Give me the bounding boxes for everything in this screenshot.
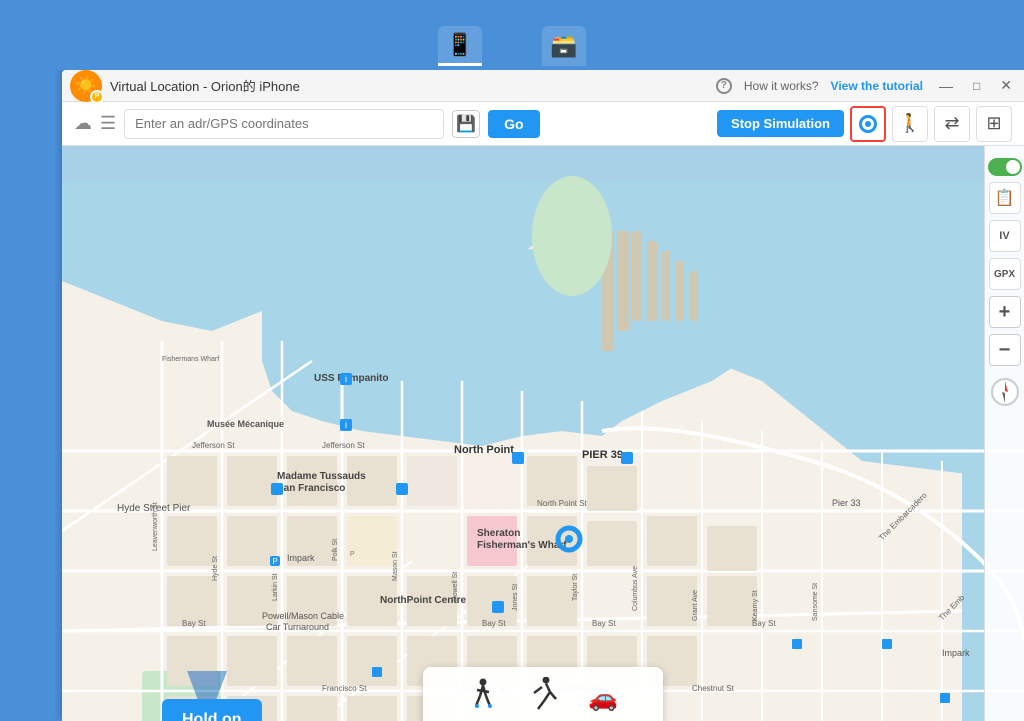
hold-on-button[interactable]: Hold on (162, 699, 262, 721)
svg-text:San Francisco: San Francisco (277, 483, 345, 494)
compass-btn[interactable] (989, 376, 1021, 408)
svg-text:Car Turnaround: Car Turnaround (266, 622, 329, 632)
toolbar: ☁ ☰ 💾 Go Stop Simulation 🚶 ⇄ ⊞ (62, 102, 1024, 146)
cloud-icon[interactable]: ☁ (74, 113, 92, 134)
run-speed-icon[interactable] (528, 677, 558, 720)
svg-text:Polk St: Polk St (332, 539, 339, 561)
svg-text:Hyde Street Pier: Hyde Street Pier (117, 503, 191, 514)
svg-text:Jefferson St: Jefferson St (192, 441, 235, 450)
svg-text:Jefferson St: Jefferson St (322, 441, 365, 450)
svg-text:Sheraton: Sheraton (477, 528, 520, 539)
copy-btn[interactable]: 📋 (989, 182, 1021, 214)
drive-speed-icon[interactable]: 🚗 (588, 684, 618, 713)
svg-text:Columbus Ave: Columbus Ave (632, 566, 639, 611)
close-btn[interactable]: ✕ (996, 77, 1016, 94)
svg-text:Chestnut St: Chestnut St (692, 684, 735, 693)
stop-simulation-button[interactable]: Stop Simulation (717, 110, 844, 137)
svg-text:North Point: North Point (454, 444, 514, 456)
svg-text:Taylor St: Taylor St (572, 574, 579, 601)
svg-text:Grant Ave: Grant Ave (692, 590, 699, 621)
zoom-out-btn[interactable]: − (989, 334, 1021, 366)
svg-text:Impark: Impark (942, 648, 970, 658)
window-title: Virtual Location - Orion的 iPhone (110, 76, 300, 95)
toggle-switch[interactable] (988, 158, 1022, 176)
multi-stop-tool[interactable]: ⊞ (976, 106, 1012, 142)
svg-text:i: i (345, 420, 347, 430)
list-icon[interactable]: ☰ (100, 113, 116, 134)
svg-text:Francisco St: Francisco St (322, 684, 367, 693)
svg-text:Mason St: Mason St (392, 551, 399, 581)
svg-text:Pier 33: Pier 33 (832, 498, 861, 508)
go-button[interactable]: Go (488, 110, 539, 138)
svg-text:Jones St: Jones St (512, 584, 519, 611)
walk-speed-icon[interactable] (468, 678, 498, 719)
svg-text:Powell/Mason Cable: Powell/Mason Cable (262, 611, 344, 621)
svg-text:Musée Mécanique: Musée Mécanique (207, 419, 284, 429)
save-icon[interactable]: 💾 (452, 110, 480, 138)
minimize-btn[interactable]: — (935, 78, 957, 94)
svg-text:P: P (350, 551, 355, 558)
route-tool[interactable]: ⇄ (934, 106, 970, 142)
gpx-btn[interactable]: GPX (989, 258, 1021, 290)
svg-text:Larkin St: Larkin St (272, 573, 279, 601)
map-area[interactable]: Jefferson St Jefferson St North Point St… (62, 146, 1024, 721)
app-icon-1[interactable]: 📱 (438, 26, 482, 66)
speed-panel: 🚗 Speed: 2.60m/s 9.36km/h (423, 667, 663, 721)
svg-text:Bay St: Bay St (482, 619, 506, 628)
svg-text:P: P (272, 557, 277, 566)
svg-text:i: i (345, 374, 347, 384)
svg-text:Bay St: Bay St (592, 619, 616, 628)
svg-text:North Point St: North Point St (537, 499, 588, 508)
svg-text:NorthPoint Centre: NorthPoint Centre (380, 595, 467, 606)
svg-text:Impark: Impark (287, 553, 315, 563)
title-bar: ☀️ P Virtual Location - Orion的 iPhone ? … (62, 70, 1024, 102)
right-sidebar: 📋 IV GPX + − (984, 146, 1024, 721)
location-pin-tool[interactable] (850, 106, 886, 142)
view-tutorial-link[interactable]: View the tutorial (831, 79, 923, 93)
maximize-btn[interactable]: □ (969, 79, 984, 93)
svg-text:Madame Tussauds: Madame Tussauds (277, 471, 366, 482)
svg-text:Fisherman's Wharf: Fisherman's Wharf (477, 540, 567, 551)
how-it-works-text: How it works? (744, 79, 819, 93)
zoom-in-btn[interactable]: + (989, 296, 1021, 328)
iv-label[interactable]: IV (989, 220, 1021, 252)
app-icon-2[interactable]: 🗃️ (542, 26, 586, 66)
svg-text:PIER 39: PIER 39 (582, 449, 623, 461)
svg-text:Sansome St: Sansome St (812, 583, 819, 621)
svg-text:Kearny St: Kearny St (752, 590, 759, 621)
help-icon: ? (716, 78, 732, 94)
svg-text:Fishermans Wharf: Fishermans Wharf (162, 356, 219, 363)
walk-tool[interactable]: 🚶 (892, 106, 928, 142)
app-logo: ☀️ P (70, 70, 102, 102)
svg-text:Hyde St: Hyde St (212, 556, 219, 581)
svg-text:Bay St: Bay St (182, 619, 206, 628)
search-input[interactable] (124, 109, 444, 139)
